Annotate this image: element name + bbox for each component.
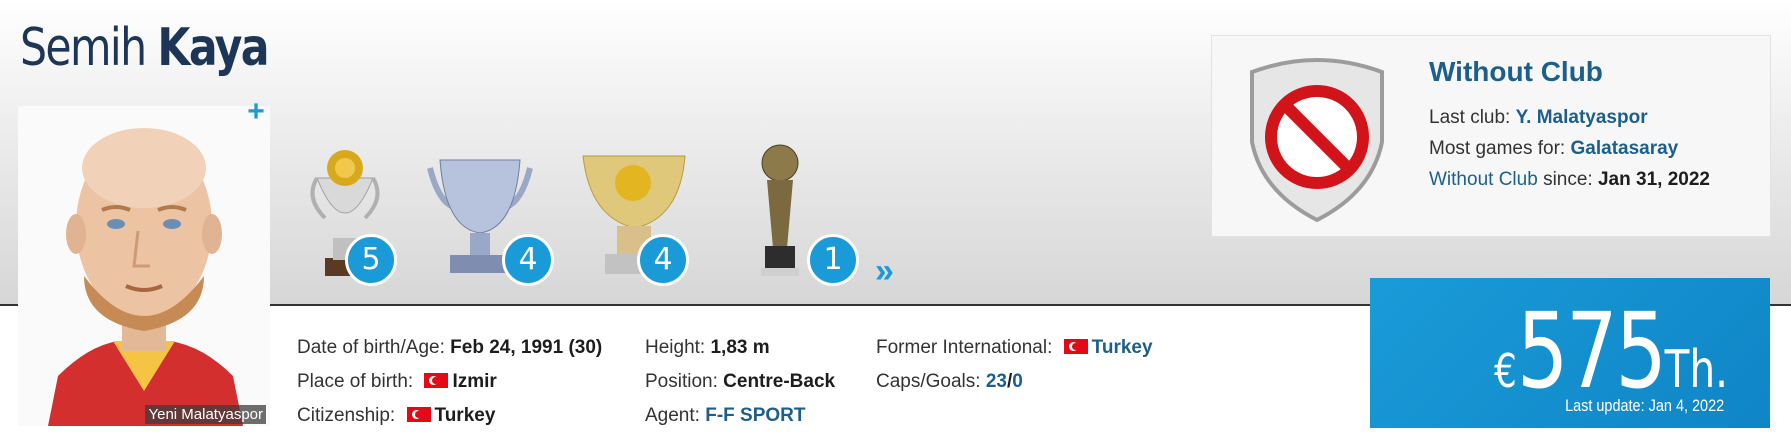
height-label: Height:	[645, 337, 706, 358]
market-value-unit: Th.	[1664, 340, 1728, 400]
current-club-box: Without Club Last club: Y. Malatyaspor M…	[1211, 35, 1771, 237]
last-club-label: Last club:	[1429, 107, 1511, 128]
last-club-link[interactable]: Y. Malatyaspor	[1516, 107, 1648, 128]
citizenship-label: Citizenship:	[297, 405, 396, 426]
goals-link[interactable]: 0	[1012, 371, 1023, 392]
since-date: Jan 31, 2022	[1597, 169, 1710, 190]
most-games-club-link[interactable]: Galatasaray	[1571, 138, 1679, 159]
position-row: Position: Centre-Back	[645, 365, 835, 399]
pob-label: Place of birth:	[297, 371, 414, 392]
player-last-name: Kaya	[157, 18, 269, 78]
player-portrait-icon	[18, 106, 270, 426]
citizenship-value: Turkey	[434, 405, 496, 426]
most-games-row: Most games for: Galatasaray	[1429, 133, 1710, 164]
pob-value: Izmir	[452, 371, 497, 392]
club-details: Last club: Y. Malatyaspor Most games for…	[1429, 102, 1710, 195]
most-games-label: Most games for:	[1429, 138, 1566, 159]
trophy-ball[interactable]: 1	[715, 138, 859, 288]
caps-link[interactable]: 23	[986, 371, 1007, 392]
agent-label: Agent:	[645, 405, 700, 426]
player-name: Semih Kaya	[20, 18, 270, 78]
market-value-box[interactable]: €575Th. Last update: Jan 4, 2022	[1370, 278, 1770, 428]
market-value-amount: 575	[1516, 290, 1667, 412]
since-label: since:	[1543, 169, 1593, 190]
national-team-link[interactable]: Turkey	[1092, 337, 1153, 358]
market-value-currency: €	[1493, 344, 1517, 398]
player-info-column-1: Date of birth/Age: Feb 24, 1991 (30) Pla…	[297, 331, 602, 433]
caps-goals-label: Caps/Goals:	[876, 371, 981, 392]
citizenship-row: Citizenship: Turkey	[297, 399, 602, 433]
last-club-row: Last club: Y. Malatyaspor	[1429, 102, 1710, 133]
pob-row: Place of birth: Izmir	[297, 365, 602, 399]
trophy-count-badge: 5	[345, 234, 397, 286]
since-row: Without Club since: Jan 31, 2022	[1429, 164, 1710, 195]
club-status-title[interactable]: Without Club	[1429, 56, 1603, 88]
agent-row: Agent: F-F SPORT	[645, 399, 835, 433]
no-club-crest-icon	[1250, 58, 1384, 223]
turkey-flag-icon	[1063, 339, 1088, 354]
player-info-column-2: Height: 1,83 m Position: Centre-Back Age…	[645, 331, 835, 433]
turkey-flag-icon	[424, 373, 449, 388]
market-value-last-update: Last update: Jan 4, 2022	[1564, 396, 1724, 415]
add-photo-button[interactable]: +	[244, 97, 268, 127]
more-trophies-arrow-icon[interactable]: »	[875, 252, 894, 291]
height-value: 1,83 m	[710, 337, 770, 358]
without-club-link[interactable]: Without Club	[1429, 169, 1538, 190]
trophy-super-cup[interactable]: 4	[575, 138, 715, 288]
market-value: €575Th.	[1494, 290, 1728, 412]
height-row: Height: 1,83 m	[645, 331, 835, 365]
former-international-row: Former International: Turkey	[876, 331, 1153, 365]
caps-goals-row: Caps/Goals: 23/0	[876, 365, 1153, 399]
player-photo[interactable]: Yeni Malatyaspor	[18, 106, 270, 426]
dob-row: Date of birth/Age: Feb 24, 1991 (30)	[297, 331, 602, 365]
photo-club-caption: Yeni Malatyaspor	[145, 405, 266, 424]
trophy-count-badge: 4	[502, 234, 554, 286]
player-info-column-3: Former International: Turkey Caps/Goals:…	[876, 331, 1153, 399]
trophy-league[interactable]: 5	[295, 138, 435, 288]
position-label: Position:	[645, 371, 718, 392]
turkey-flag-icon	[406, 407, 431, 422]
former-international-label: Former International:	[876, 337, 1053, 358]
trophy-count-badge: 4	[637, 234, 689, 286]
dob-value: Feb 24, 1991 (30)	[450, 337, 603, 358]
trophy-count-badge: 1	[807, 234, 859, 286]
agent-link[interactable]: F-F SPORT	[705, 405, 805, 426]
trophy-cup[interactable]: 4	[420, 138, 560, 288]
dob-label: Date of birth/Age:	[297, 337, 445, 358]
position-value: Centre-Back	[723, 371, 836, 392]
player-first-name: Semih	[20, 18, 147, 78]
